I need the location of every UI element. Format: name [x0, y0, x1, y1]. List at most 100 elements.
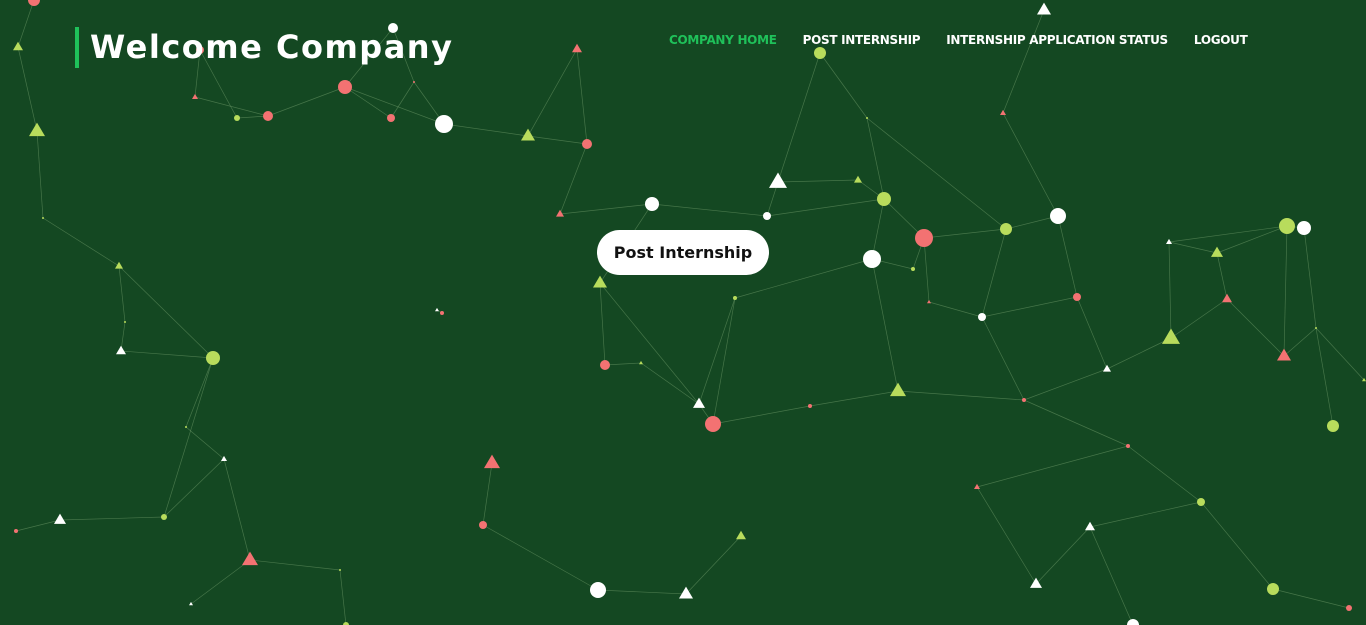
network-particle	[863, 250, 881, 268]
network-particle	[339, 569, 341, 571]
network-link	[1127, 445, 1202, 503]
network-link	[1283, 225, 1288, 357]
network-link	[559, 143, 588, 215]
network-link	[599, 282, 700, 405]
network-particle	[1327, 420, 1339, 432]
network-link	[17, 46, 38, 132]
post-internship-button[interactable]: Post Internship	[597, 230, 769, 275]
network-link	[482, 524, 599, 591]
network-particle	[1127, 619, 1139, 625]
network-particle	[242, 551, 258, 566]
network-particle	[582, 139, 592, 149]
network-link	[981, 316, 1025, 401]
network-particle	[1267, 583, 1279, 595]
network-link	[223, 458, 251, 561]
network-particle	[1050, 208, 1066, 224]
network-link	[1216, 225, 1288, 254]
network-link	[976, 486, 1037, 585]
network-link	[599, 282, 606, 366]
network-link	[1315, 327, 1334, 427]
network-particle	[221, 455, 227, 461]
network-particle	[435, 307, 439, 312]
network-link	[59, 516, 165, 521]
network-link	[1076, 296, 1108, 370]
network-particle	[639, 360, 643, 365]
network-link	[712, 297, 736, 425]
nav-internship-application-status[interactable]: INTERNSHIP APPLICATION STATUS	[946, 32, 1168, 48]
network-link	[1216, 252, 1228, 300]
network-link	[15, 519, 61, 532]
network-link	[1168, 225, 1288, 243]
network-link	[482, 462, 493, 526]
network-link	[1315, 327, 1365, 381]
network-particle	[1315, 327, 1317, 329]
network-particle	[705, 416, 721, 432]
network-particle	[206, 351, 220, 365]
network-link	[527, 48, 578, 137]
page: Welcome Company COMPANY HOME POST INTERN…	[0, 0, 1366, 625]
network-particle	[763, 212, 771, 220]
network-link	[1089, 526, 1134, 625]
network-link	[1106, 337, 1172, 370]
network-particle	[572, 43, 582, 53]
network-particle	[1346, 605, 1352, 611]
network-particle	[116, 345, 126, 355]
network-particle	[556, 209, 564, 217]
network-link	[976, 445, 1129, 488]
network-link	[120, 350, 214, 359]
network-particle	[877, 192, 891, 206]
network-particle	[1277, 348, 1291, 361]
main-nav: COMPANY HOME POST INTERNSHIP INTERNSHIP …	[669, 32, 1248, 48]
network-link	[597, 589, 687, 595]
network-link	[1170, 298, 1228, 339]
network-link	[698, 297, 736, 405]
network-link	[1035, 526, 1091, 585]
network-particle	[866, 117, 868, 119]
network-link	[42, 217, 120, 267]
network-particle	[927, 299, 931, 304]
network-link	[1005, 215, 1059, 230]
network-particle	[387, 114, 395, 122]
network-particle	[1162, 328, 1180, 344]
network-link	[1200, 501, 1274, 590]
network-link	[1002, 9, 1045, 114]
network-link	[777, 52, 821, 183]
nav-post-internship[interactable]: POST INTERNSHIP	[803, 32, 921, 48]
network-link	[923, 228, 1007, 239]
network-link	[1023, 399, 1129, 447]
network-link	[118, 265, 214, 359]
network-particle	[590, 582, 606, 598]
network-particle	[645, 197, 659, 211]
network-link	[871, 198, 885, 260]
page-title: Welcome Company	[90, 28, 454, 66]
network-particle	[911, 267, 915, 271]
network-link	[194, 96, 269, 117]
network-particle	[234, 115, 240, 121]
network-link	[36, 130, 44, 219]
network-link	[390, 81, 415, 119]
nav-company-home[interactable]: COMPANY HOME	[669, 32, 777, 48]
network-link	[604, 362, 642, 366]
network-particle	[479, 521, 487, 529]
network-link	[871, 258, 899, 392]
network-particle	[1000, 223, 1012, 235]
network-particle	[814, 47, 826, 59]
network-link	[185, 357, 214, 428]
network-particle	[1197, 498, 1205, 506]
network-particle	[338, 80, 352, 94]
network-particle	[124, 321, 126, 323]
network-link	[1057, 215, 1078, 298]
network-link	[777, 179, 859, 183]
network-link	[809, 390, 899, 407]
network-particle	[915, 229, 933, 247]
network-particle	[263, 111, 273, 121]
network-link	[712, 405, 811, 425]
network-particle	[1073, 293, 1081, 301]
network-particle	[185, 426, 187, 428]
network-link	[190, 559, 251, 605]
network-link	[928, 301, 983, 318]
network-particle	[1126, 444, 1130, 448]
network-particle	[484, 454, 500, 469]
network-link	[120, 321, 126, 352]
nav-logout[interactable]: LOGOUT	[1194, 32, 1248, 48]
